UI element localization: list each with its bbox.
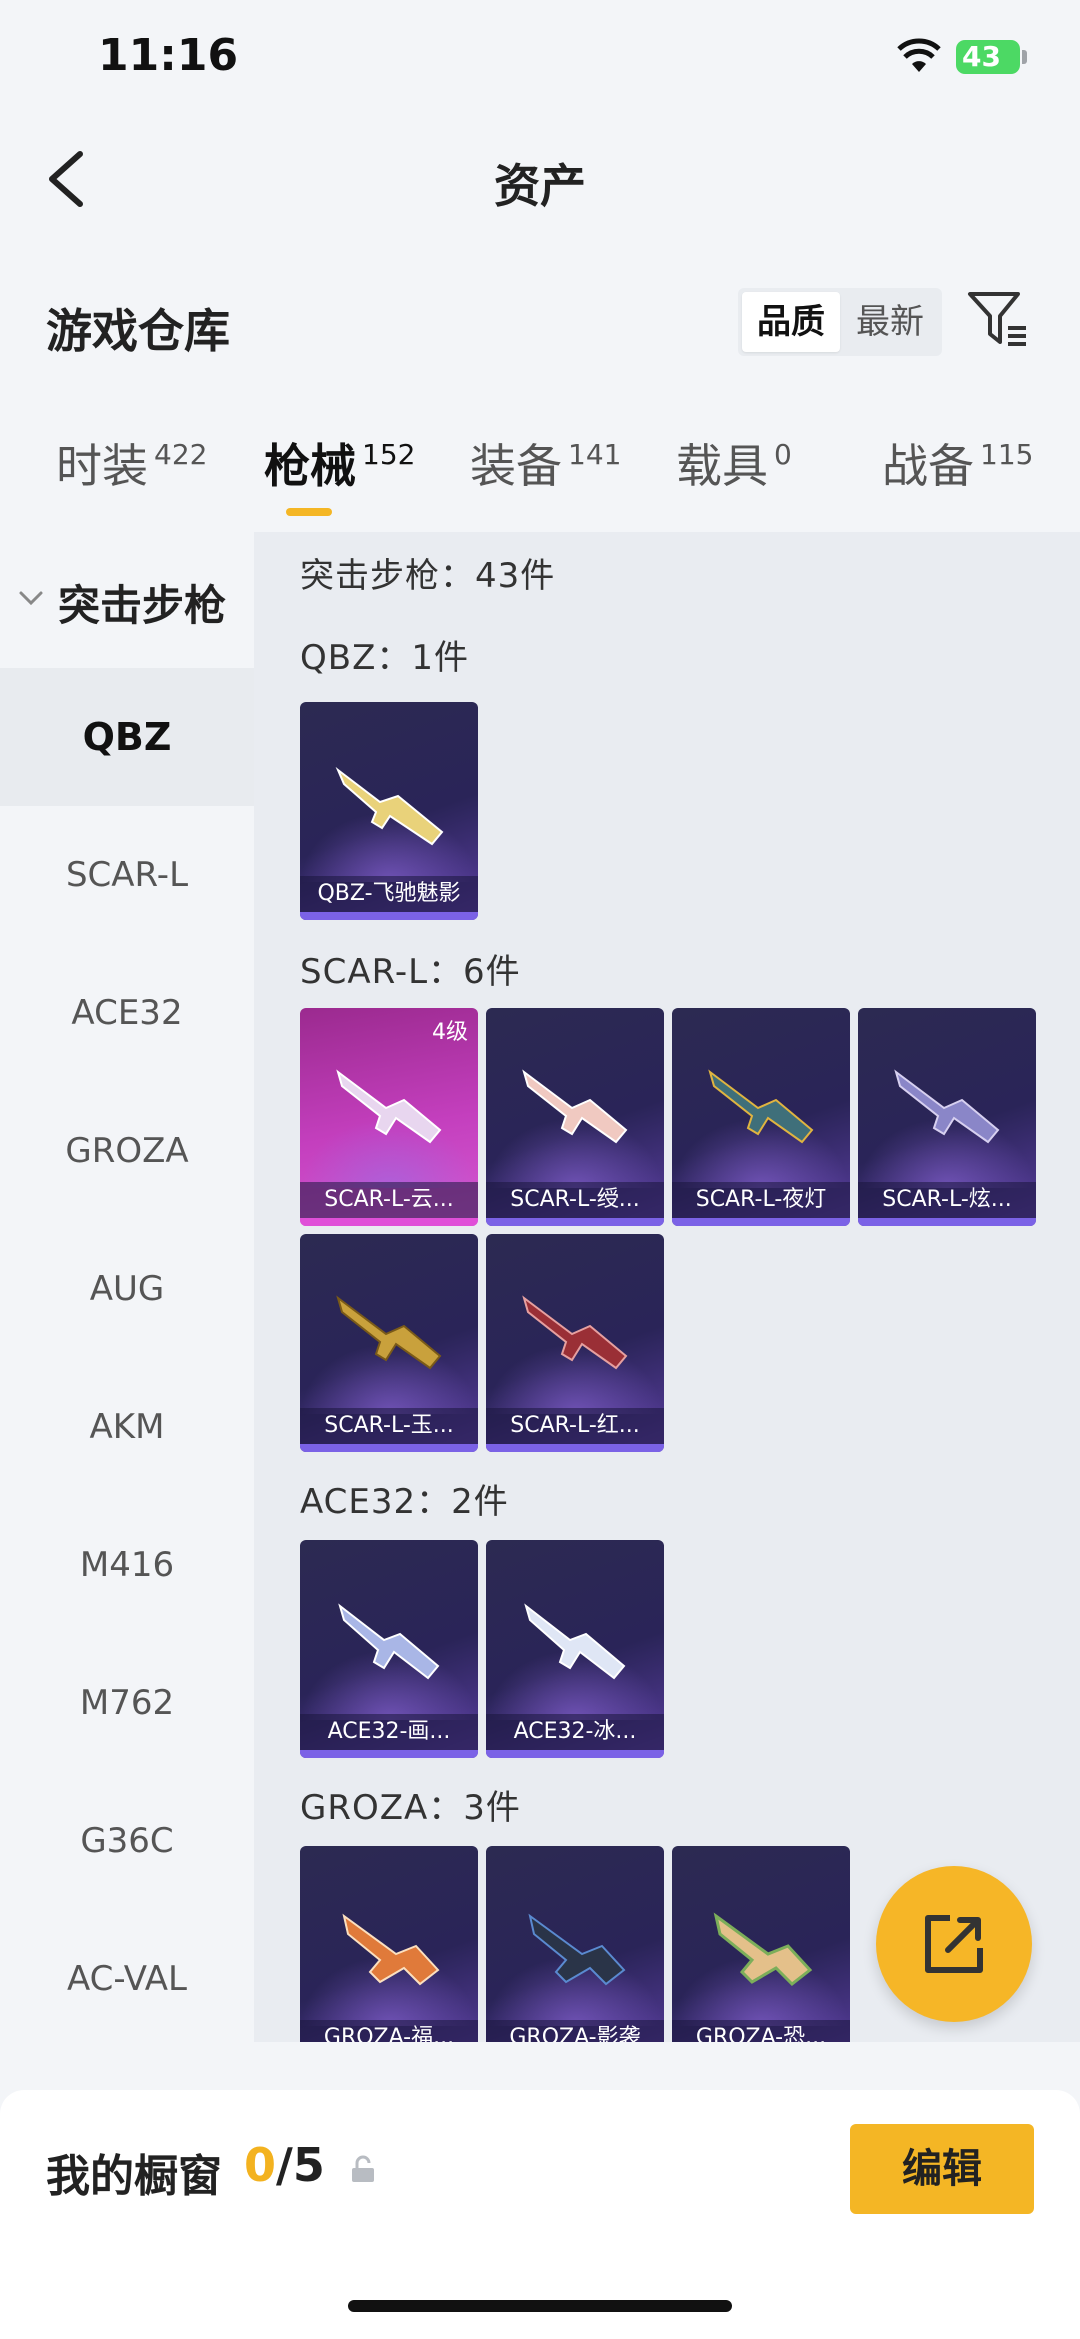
tab-guns[interactable]: 枪械 152 bbox=[264, 430, 415, 496]
item-card[interactable]: 4级 SCAR-L-云... bbox=[300, 1008, 478, 1226]
tab-equipment[interactable]: 装备 141 bbox=[470, 430, 621, 496]
category-tabs: 时装 422 枪械 152 装备 141 载具 0 战备 115 bbox=[0, 430, 1080, 530]
item-card[interactable]: SCAR-L-夜灯 bbox=[672, 1008, 850, 1226]
page-title: 资产 bbox=[494, 159, 586, 213]
section-label-ace32: ACE32：2件 bbox=[300, 1482, 509, 1522]
showcase-title: 我的橱窗 bbox=[46, 2151, 222, 2202]
rifle-icon bbox=[522, 1069, 628, 1144]
rifle-icon bbox=[335, 766, 444, 846]
sidebar-item-ace32[interactable]: ACE32 bbox=[0, 944, 254, 1082]
rifle-icon bbox=[894, 1069, 1000, 1144]
rifle-icon bbox=[713, 1912, 813, 1986]
tab-indicator bbox=[286, 508, 332, 516]
item-card[interactable]: SCAR-L-炫... bbox=[858, 1008, 1036, 1226]
sidebar-item-g36c[interactable]: G36C bbox=[0, 1772, 254, 1910]
item-card[interactable]: SCAR-L-红... bbox=[486, 1234, 664, 1452]
tab-supplies[interactable]: 战备 115 bbox=[882, 430, 1033, 496]
sidebar-group-label: 突击步枪 bbox=[58, 581, 227, 630]
rifle-icon bbox=[338, 1603, 440, 1680]
item-card[interactable]: ACE32-画... bbox=[300, 1540, 478, 1758]
tab-vehicles[interactable]: 载具 0 bbox=[676, 430, 792, 496]
filter-icon[interactable] bbox=[966, 288, 1030, 352]
sidebar-item-ac-val[interactable]: AC-VAL bbox=[0, 1910, 254, 2048]
rifle-icon bbox=[336, 1295, 442, 1370]
sidebar-group-header[interactable]: 突击步枪 bbox=[0, 532, 254, 668]
rifle-icon bbox=[522, 1295, 628, 1370]
tab-outfits[interactable]: 时装 422 bbox=[56, 430, 207, 496]
sidebar-item-aug[interactable]: AUG bbox=[0, 1220, 254, 1358]
rifle-icon bbox=[708, 1069, 814, 1144]
status-time: 11:16 bbox=[98, 30, 239, 81]
item-card[interactable]: GROZA-福... bbox=[300, 1846, 478, 2042]
edit-button[interactable]: 编辑 bbox=[850, 2124, 1034, 2214]
rifle-icon bbox=[528, 1913, 626, 1986]
battery-tip bbox=[1022, 50, 1027, 64]
sidebar-item-qbz[interactable]: QBZ bbox=[0, 668, 254, 806]
rifle-icon bbox=[342, 1913, 440, 1986]
item-card[interactable]: SCAR-L-玉... bbox=[300, 1234, 478, 1452]
warehouse-title: 游戏仓库 bbox=[46, 304, 230, 358]
lock-icon bbox=[352, 2155, 374, 2182]
sort-toggle: 品质 最新 bbox=[738, 288, 942, 356]
sidebar-item-scar-l[interactable]: SCAR-L bbox=[0, 806, 254, 944]
rifle-icon bbox=[336, 1069, 442, 1144]
sidebar-item-m762[interactable]: M762 bbox=[0, 1634, 254, 1772]
sidebar-item-m416[interactable]: M416 bbox=[0, 1496, 254, 1634]
item-card[interactable]: GROZA-影袭 bbox=[486, 1846, 664, 2042]
section-label-scar-l: SCAR-L：6件 bbox=[300, 952, 521, 992]
item-card[interactable]: SCAR-L-绶... bbox=[486, 1008, 664, 1226]
item-grid-panel: 突击步枪：43件 QBZ：1件 QBZ-飞驰魅影 SCAR-L：6件 4级 SC… bbox=[254, 532, 1080, 2042]
showcase-count: 0/5 bbox=[244, 2138, 325, 2192]
sidebar-item-groza[interactable]: GROZA bbox=[0, 1082, 254, 1220]
sidebar-item-akm[interactable]: AKM bbox=[0, 1358, 254, 1496]
item-card[interactable]: ACE32-冰... bbox=[486, 1540, 664, 1758]
rifle-icon bbox=[524, 1603, 626, 1680]
sort-latest-button[interactable]: 最新 bbox=[842, 292, 938, 352]
section-label-groza: GROZA：3件 bbox=[300, 1788, 521, 1828]
battery-icon: 43 bbox=[956, 40, 1020, 74]
share-button[interactable] bbox=[876, 1866, 1032, 2022]
summary-label: 突击步枪：43件 bbox=[300, 556, 556, 596]
status-bar: 11:16 43 bbox=[0, 0, 1080, 120]
chevron-down-icon bbox=[19, 591, 43, 606]
share-icon bbox=[925, 1915, 983, 1973]
section-label-qbz: QBZ：1件 bbox=[300, 638, 470, 678]
item-card[interactable]: GROZA-恐... bbox=[672, 1846, 850, 2042]
sidebar: 突击步枪 QBZ SCAR-L ACE32 GROZA AUG AKM M416… bbox=[0, 532, 254, 2062]
item-card[interactable]: QBZ-飞驰魅影 bbox=[300, 702, 478, 920]
home-indicator bbox=[348, 2300, 732, 2312]
wifi-icon bbox=[897, 38, 941, 72]
sort-quality-button[interactable]: 品质 bbox=[742, 292, 840, 352]
header: 资产 bbox=[0, 120, 1080, 240]
